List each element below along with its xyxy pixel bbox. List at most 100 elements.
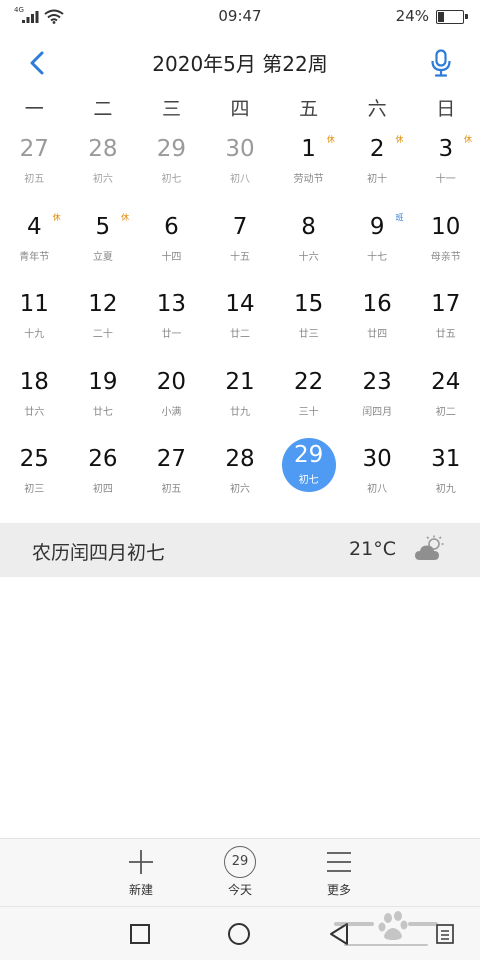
day-number: 27 [156,446,187,472]
day-cell[interactable]: 28 初六 [69,128,138,206]
menu-icon [327,852,351,872]
day-number: 18 [19,368,49,395]
day-cell[interactable]: 18 廿六 [0,361,69,439]
day-cell[interactable]: 12 二十 [69,283,138,361]
week-row: 25 初三 26 初四 27 初五 28 初六 29 初七 30 初八 31 初九 [0,438,480,516]
day-number: 24 [431,368,461,395]
day-cell[interactable]: 26 初四 [69,438,138,516]
day-cell[interactable]: 1 劳动节休 [274,128,343,206]
holiday-badge: 休 [395,135,404,144]
square-icon [130,924,150,944]
day-cell[interactable]: 17 廿五 [411,283,480,361]
month-grid: 27 初五 28 初六 29 初七 30 初八 1 劳动节休 2 初十休 3 十一休 4 青年节休 5 立夏休 6 十… [0,128,480,516]
day-cell[interactable]: 28 初六 [206,438,275,516]
day-cell[interactable]: 11 十九 [0,283,69,361]
day-cell[interactable]: 25 初三 [0,438,69,516]
day-cell[interactable]: 27 初五 [137,438,206,516]
lunar-day-label: 十七 [367,251,388,263]
more-button[interactable]: 更多 [311,845,367,903]
back-button[interactable] [20,46,54,80]
holiday-badge: 休 [52,212,61,222]
holiday-badge: 休 [326,135,335,144]
workday-badge: 班 [395,212,404,222]
weekday-label: 三 [161,98,181,120]
day-cell[interactable]: 16 廿四 [343,283,412,361]
day-cell[interactable]: 14 廿二 [206,283,275,361]
weekday-label: 五 [299,98,319,120]
weekday-label: 六 [367,98,387,120]
day-number: 16 [362,291,392,317]
day-cell[interactable]: 23 闰四月 [343,361,412,439]
day-cell[interactable]: 30 初八 [343,438,412,516]
day-cell[interactable]: 6 十四 [137,206,206,284]
battery-level [438,12,445,22]
day-number: 11 [19,291,49,317]
day-cell[interactable]: 7 十五 [206,206,275,284]
day-cell[interactable]: 31 初九 [411,438,480,516]
chevron-left-icon [30,51,44,75]
lunar-day-label: 十九 [24,329,45,340]
home-button[interactable] [226,921,252,947]
holiday-badge: 休 [464,135,473,144]
lunar-day-label: 廿一 [161,329,182,340]
battery-icon [436,10,468,24]
day-cell[interactable]: 4 青年节休 [0,206,69,284]
day-number: 28 [88,136,118,162]
day-cell[interactable]: 30 初八 [206,128,275,206]
day-number: 22 [293,368,324,395]
week-row: 11 十九 12 二十 13 廿一 14 廿二 15 廿三 16 廿四 17 廿五 [0,283,480,361]
lunar-day-label: 初九 [435,484,456,495]
day-cell[interactable]: 10 母亲节 [411,206,480,284]
holiday-badge: 休 [121,212,130,222]
day-number: 12 [88,291,118,317]
week-row: 18 廿六 19 廿七 20 小满 21 廿九 22 三十 23 闰四月 24 初二 [0,361,480,439]
lunar-day-label: 立夏 [92,251,113,263]
lunar-day-label: 初六 [92,174,113,185]
day-cell[interactable]: 8 十六 [274,206,343,284]
new-event-button[interactable]: 新建 [113,845,169,903]
day-cell[interactable]: 20 小满 [137,361,206,439]
day-cell[interactable]: 24 初二 [411,361,480,439]
battery-percent: 24% [395,7,429,25]
microphone-icon [431,49,451,77]
day-cell[interactable]: 9 十七班 [343,206,412,284]
weekday-header: 一 二 三 四 五 六 日 [0,92,480,126]
lunar-day-label: 初三 [24,484,45,495]
lunar-day-label: 初二 [435,406,456,418]
baidu-jingyan-watermark [334,911,438,946]
day-number: 15 [293,291,324,317]
lunar-info-bar: 农历闰四月初七 21°C [0,523,480,577]
weekday-label: 二 [93,98,113,120]
lunar-day-label: 初七 [298,475,319,486]
weekday-label: 四 [230,98,250,120]
status-bar: 4G 09:47 24% [0,0,480,34]
day-number: 20 [156,368,187,395]
voice-button[interactable] [424,46,458,80]
weekday-label: 日 [436,98,456,120]
month-week-title[interactable]: 2020年5月 第22周 [0,48,480,77]
day-cell[interactable]: 13 廿一 [137,283,206,361]
more-label: 更多 [326,883,351,897]
day-cell[interactable]: 5 立夏休 [69,206,138,284]
calendar-header: 2020年5月 第22周 [0,34,480,90]
day-cell[interactable]: 15 廿三 [274,283,343,361]
day-cell[interactable]: 2 初十休 [343,128,412,206]
plus-icon [129,850,153,874]
day-cell[interactable]: 27 初五 [0,128,69,206]
day-cell-selected[interactable]: 29 初七 [274,438,343,516]
day-cell[interactable]: 22 三十 [274,361,343,439]
day-number: 19 [88,368,118,395]
day-cell[interactable]: 21 廿九 [206,361,275,439]
lunar-day-label: 初四 [92,484,113,495]
today-button[interactable]: 29 今天 [212,845,268,903]
lunar-day-label: 廿三 [298,329,319,340]
lunar-day-label: 十六 [298,251,319,263]
lunar-day-label: 十五 [230,251,251,263]
recent-apps-button[interactable] [127,921,153,947]
day-cell[interactable]: 29 初七 [137,128,206,206]
day-number: 6 [164,213,179,240]
day-cell[interactable]: 19 廿七 [69,361,138,439]
lunar-day-label: 初八 [230,174,251,185]
day-cell[interactable]: 3 十一休 [411,128,480,206]
day-number: 30 [362,446,392,472]
